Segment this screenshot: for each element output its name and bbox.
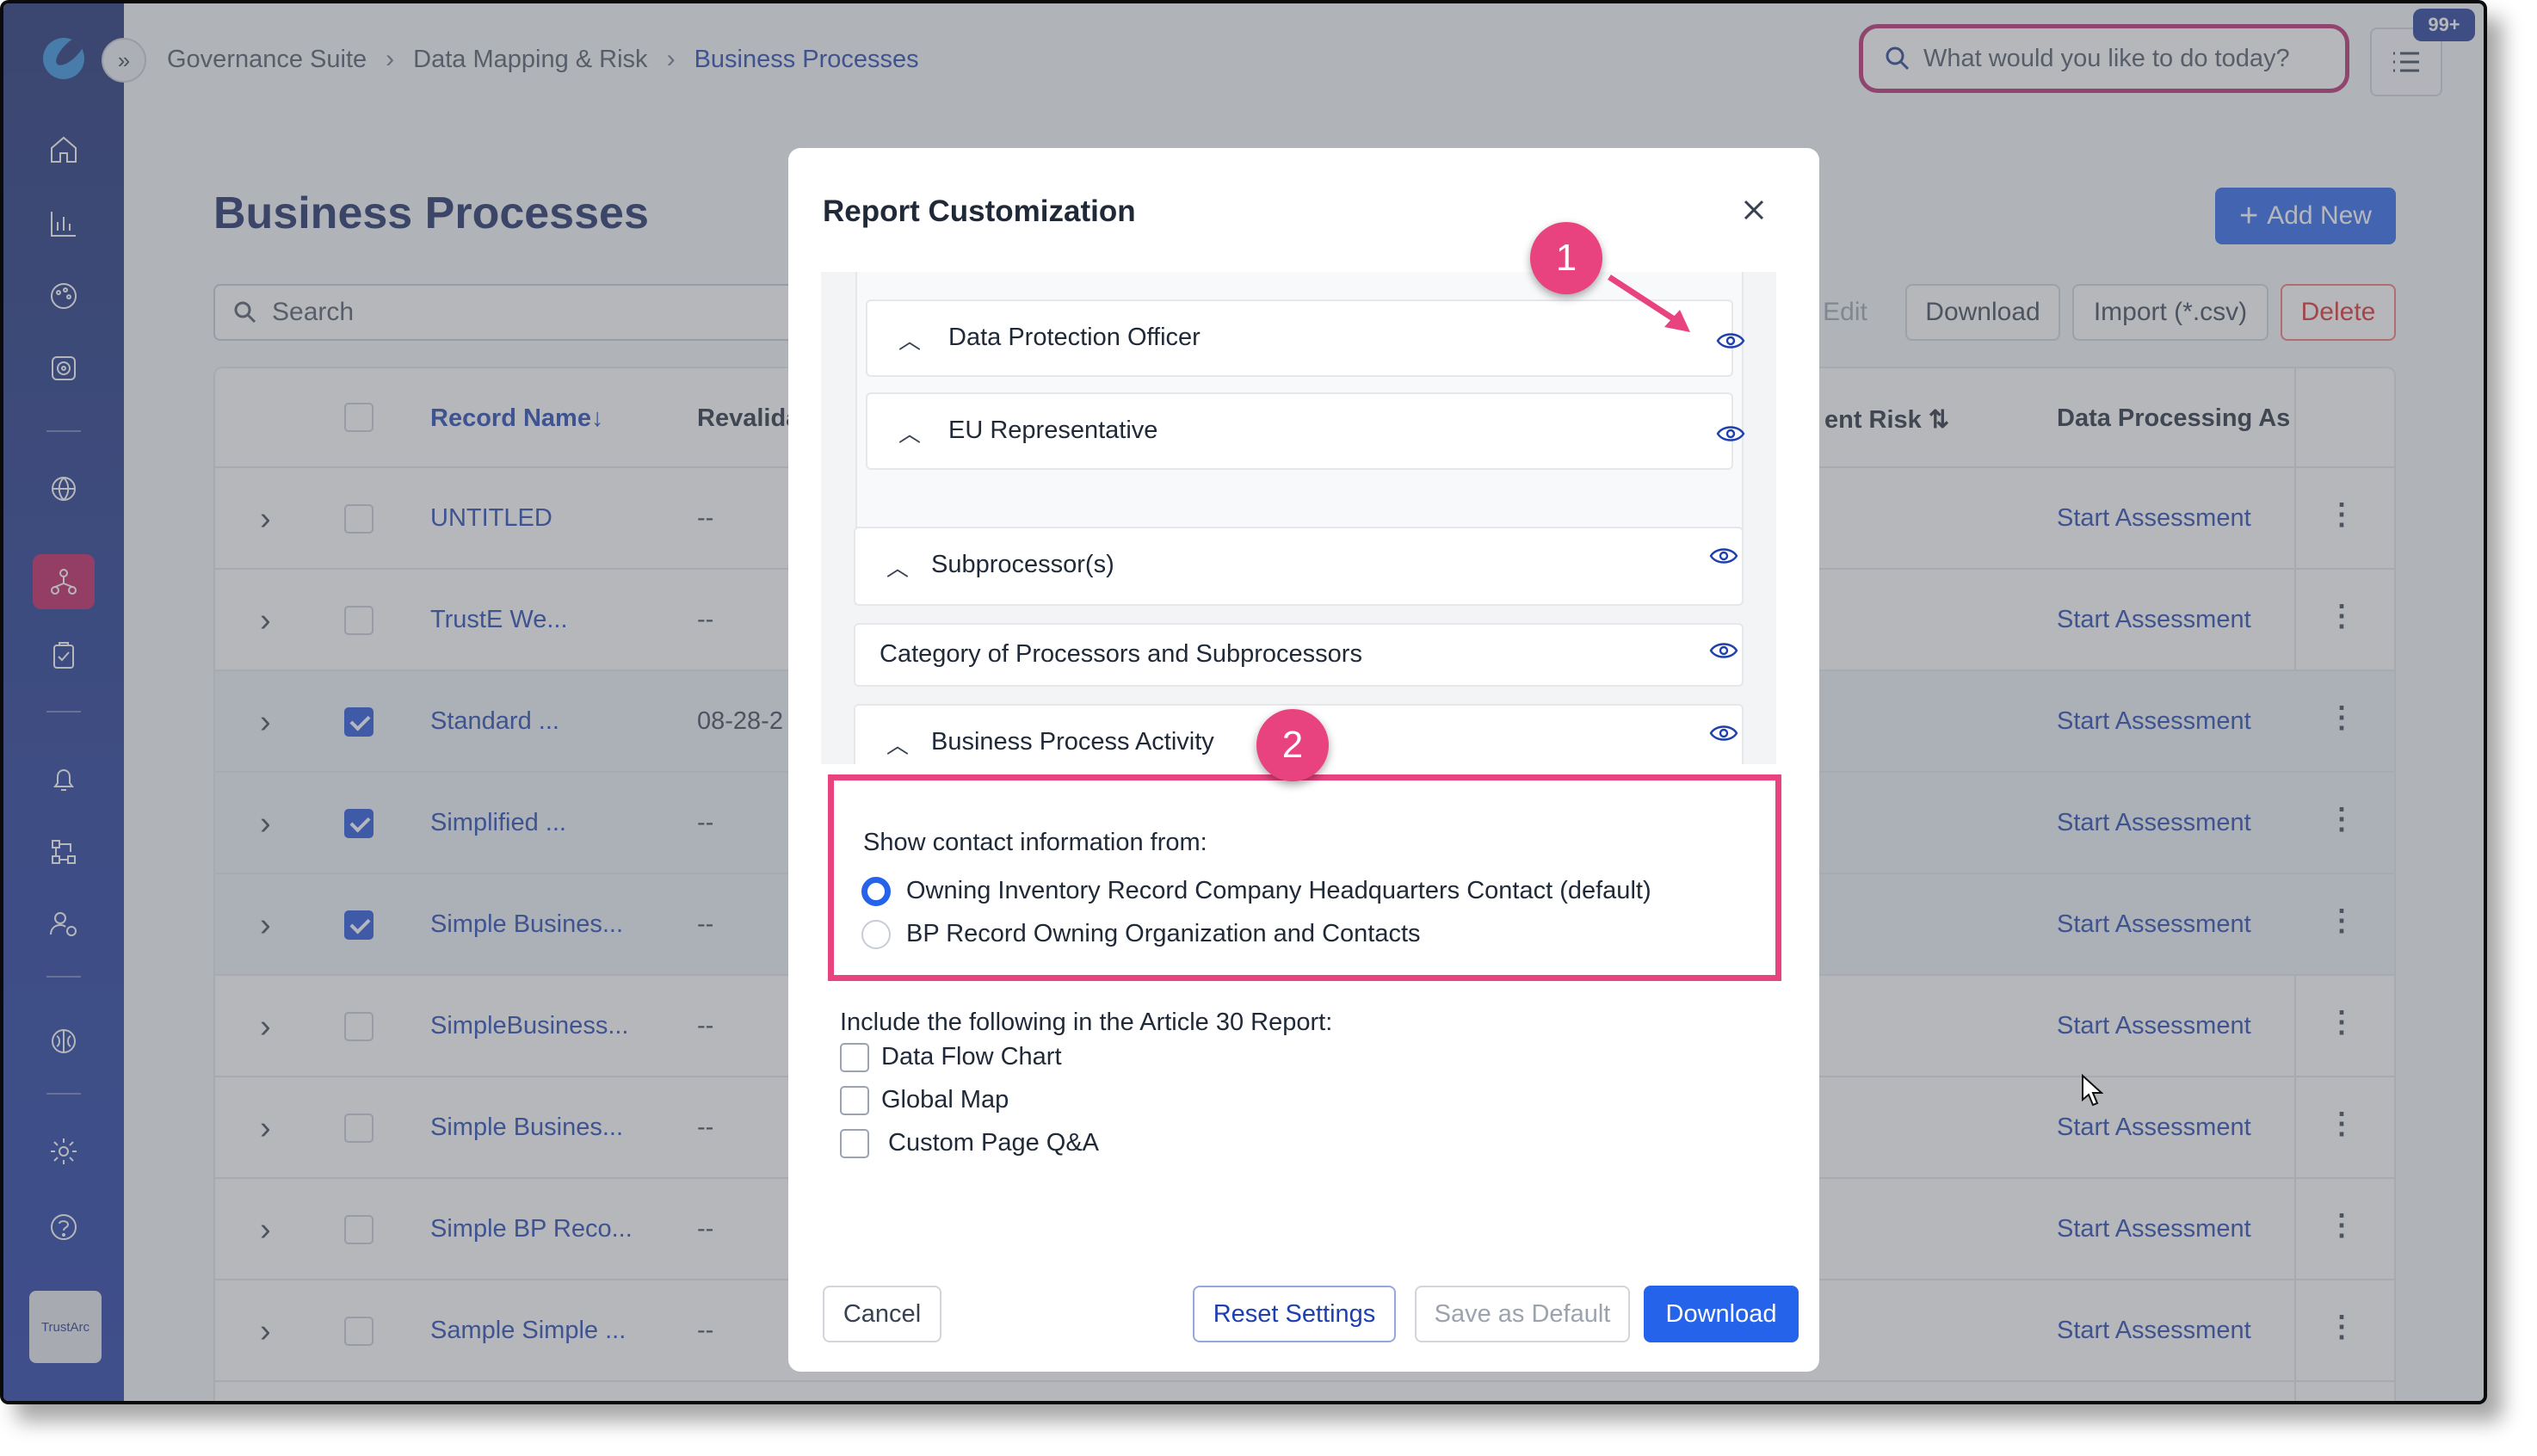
- section-subprocessors[interactable]: ︿ Subprocessor(s): [854, 527, 1744, 606]
- contact-question: Show contact information from:: [863, 829, 1207, 856]
- cancel-button[interactable]: Cancel: [823, 1286, 941, 1342]
- section-label: Subprocessor(s): [931, 551, 1114, 578]
- chevron-up-icon[interactable]: ︿: [898, 324, 921, 355]
- annotation-arrow: [1608, 275, 1690, 332]
- contact-info-highlight: Show contact information from: Owning In…: [828, 774, 1781, 981]
- modal-download-button[interactable]: Download: [1644, 1286, 1799, 1342]
- eye-icon[interactable]: [1709, 640, 1738, 661]
- chevron-up-icon[interactable]: ︿: [886, 728, 909, 760]
- eye-icon[interactable]: [1709, 723, 1738, 743]
- checkbox-custom-page-qa[interactable]: [840, 1129, 869, 1158]
- chevron-up-icon[interactable]: ︿: [898, 416, 921, 448]
- eye-icon[interactable]: [1709, 546, 1738, 566]
- section-label: Data Protection Officer: [948, 324, 1201, 351]
- checkbox-data-flow-chart[interactable]: [840, 1043, 869, 1072]
- mouse-cursor-icon: [2082, 1074, 2103, 1107]
- section-category-of-processors[interactable]: Category of Processors and Subprocessors: [854, 623, 1744, 687]
- radio-label[interactable]: Owning Inventory Record Company Headquar…: [906, 877, 1651, 905]
- section-label: Category of Processors and Subprocessors: [880, 640, 1362, 668]
- include-question: Include the following in the Article 30 …: [840, 1009, 1333, 1036]
- modal-title: Report Customization: [823, 194, 1136, 228]
- section-eu-representative[interactable]: ︿ EU Representative: [866, 392, 1745, 470]
- eye-icon[interactable]: [1716, 330, 1745, 351]
- checkbox-label[interactable]: Data Flow Chart: [881, 1043, 1062, 1071]
- close-icon[interactable]: [1735, 191, 1773, 229]
- checkbox-label[interactable]: Global Map: [881, 1086, 1009, 1114]
- save-as-default-button[interactable]: Save as Default: [1415, 1286, 1630, 1342]
- section-label: EU Representative: [948, 416, 1158, 444]
- reset-settings-button[interactable]: Reset Settings: [1193, 1286, 1396, 1342]
- app-window: TrustArc » Governance Suite › Data Mappi…: [3, 3, 2484, 1401]
- checkbox-global-map[interactable]: [840, 1086, 869, 1115]
- annotation-marker-2: 2: [1256, 709, 1329, 781]
- radio-bp-record-owning-org[interactable]: [861, 920, 891, 949]
- radio-company-hq-contact[interactable]: [861, 877, 891, 906]
- screenshot-frame: TrustArc » Governance Suite › Data Mappi…: [0, 0, 2487, 1404]
- section-data-protection-officer[interactable]: ︿ Data Protection Officer: [866, 299, 1745, 377]
- checkbox-label[interactable]: Custom Page Q&A: [888, 1129, 1099, 1157]
- chevron-up-icon[interactable]: ︿: [886, 551, 909, 583]
- eye-icon[interactable]: [1716, 423, 1745, 444]
- annotation-marker-1: 1: [1530, 222, 1602, 294]
- section-label: Business Process Activity: [931, 728, 1214, 756]
- radio-label[interactable]: BP Record Owning Organization and Contac…: [906, 920, 1421, 948]
